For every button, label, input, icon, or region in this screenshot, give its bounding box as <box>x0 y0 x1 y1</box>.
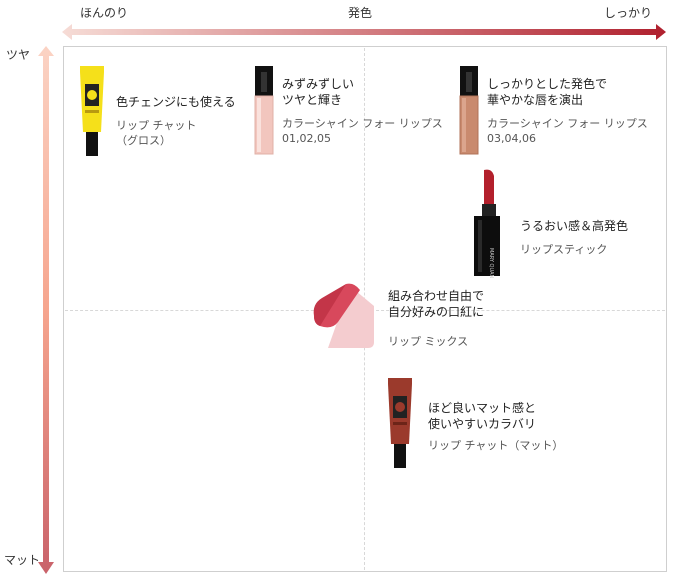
product-name: リップ チャット（マット） <box>428 439 564 452</box>
product-name: リップ ミックス <box>388 335 469 348</box>
y-axis-label-top: ツヤ <box>6 48 31 62</box>
yellow-gloss-tube-image <box>80 66 104 156</box>
product-title: しっかりとした発色で 華やかな唇を演出 <box>487 77 608 107</box>
product-name: リップ チャット （グロス） <box>116 119 197 147</box>
matte-red-tube-image <box>388 378 412 468</box>
x-axis-label-left: ほんのり <box>80 6 129 20</box>
product-name: リップスティック <box>520 243 608 256</box>
lip-mix-swatches-image <box>313 283 374 348</box>
product-lipstick[interactable]: MARY QUANT うるおい感＆高発色 リップスティック <box>468 168 648 280</box>
x-axis-arrow <box>62 24 666 40</box>
y-axis-arrow <box>38 46 54 574</box>
svg-text:MARY QUANT: MARY QUANT <box>488 248 494 278</box>
product-lip-chat-gloss[interactable]: 色チェンジにも使える リップ チャット （グロス） <box>78 66 248 158</box>
red-lipstick-image: MARY QUANT <box>474 169 500 278</box>
x-axis-label-right: しっかり <box>604 6 653 20</box>
product-lip-chat-matte[interactable]: ほど良いマット感と 使いやすいカラバリ リップ チャット（マット） <box>386 378 586 470</box>
brown-liquid-lip-image <box>459 66 479 155</box>
product-title: 色チェンジにも使える <box>116 95 236 109</box>
product-color-shine-pink[interactable]: みずみずしい ツヤと輝き カラーシャイン フォー リップス 01,02,05 <box>250 66 455 158</box>
product-title: みずみずしい ツヤと輝き <box>282 77 355 107</box>
product-name: カラーシャイン フォー リップス 03,04,06 <box>487 117 648 145</box>
y-axis-label-bottom: マット <box>4 553 41 567</box>
pink-liquid-lip-image <box>254 66 274 155</box>
product-color-shine-brown[interactable]: しっかりとした発色で 華やかな唇を演出 カラーシャイン フォー リップス 03,… <box>455 66 660 158</box>
product-title: うるおい感＆高発色 <box>520 219 629 233</box>
product-title: 組み合わせ自由で 自分好みの口紅に <box>388 289 485 319</box>
product-title: ほど良いマット感と 使いやすいカラバリ <box>428 401 537 431</box>
product-name: カラーシャイン フォー リップス 01,02,05 <box>282 117 443 145</box>
x-axis-label-center: 発色 <box>348 6 373 20</box>
product-lip-mix[interactable]: 組み合わせ自由で 自分好みの口紅に リップ ミックス <box>310 282 510 354</box>
